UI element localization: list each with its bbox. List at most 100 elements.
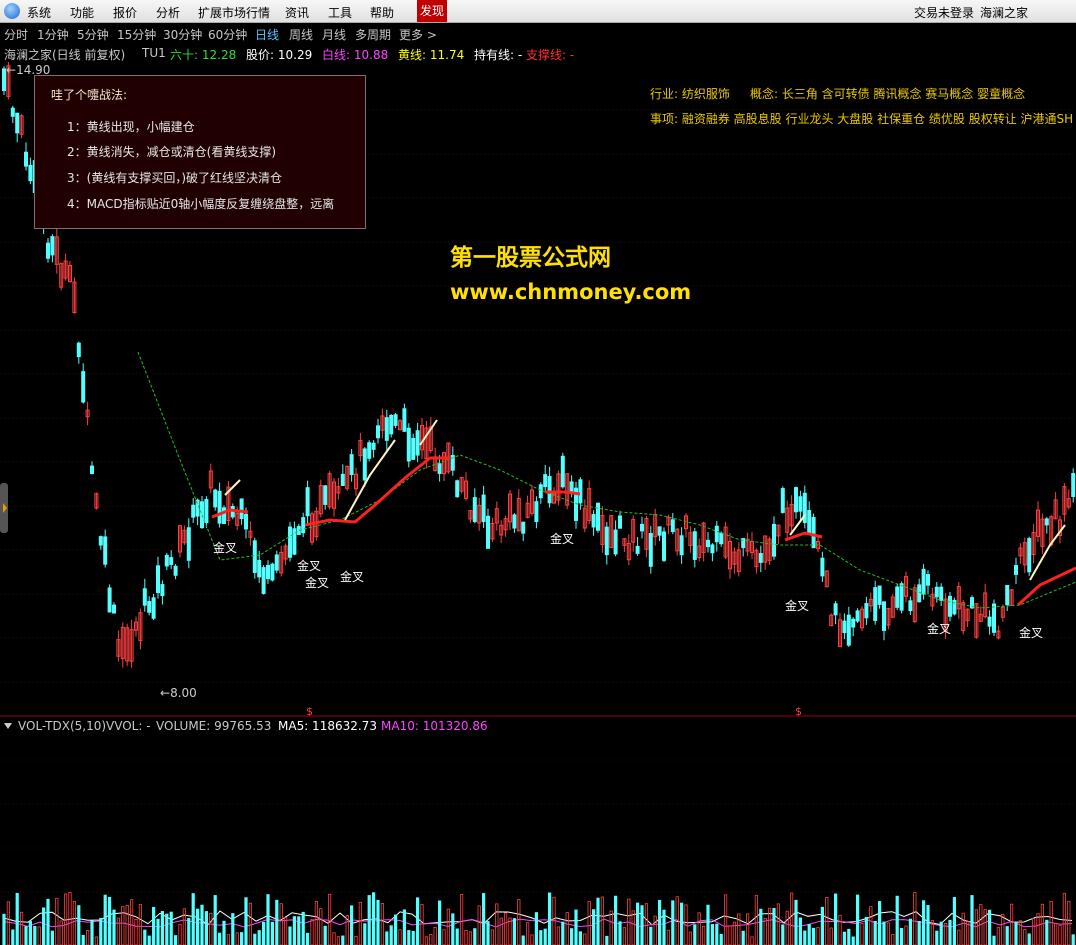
- tooltip-line: 3：(黄线有支撑买回，)破了红线坚决清仓: [67, 171, 282, 185]
- volume-bar: [587, 901, 591, 945]
- volume-bar: [939, 921, 943, 945]
- candlestick-body: [46, 242, 50, 259]
- volume-bar: [741, 930, 745, 945]
- volume-bar: [151, 907, 156, 945]
- volume-indicator-name[interactable]: VOL-TDX(5,10): [18, 719, 106, 733]
- candlestick-body: [833, 603, 838, 616]
- candlestick-body: [98, 536, 103, 546]
- period-tab[interactable]: 月线: [322, 26, 346, 43]
- candlestick-body: [402, 408, 407, 432]
- candlestick-body: [811, 516, 816, 549]
- volume-bar: [1040, 903, 1044, 945]
- candlestick-body: [371, 442, 376, 450]
- volume-bar: [376, 899, 380, 945]
- volume-bar: [86, 930, 90, 945]
- candlestick-body: [151, 597, 156, 619]
- volume-bar: [108, 896, 112, 945]
- period-tab-active[interactable]: 日线: [255, 26, 279, 43]
- volume-bar: [908, 918, 913, 945]
- period-tab[interactable]: 多周期: [355, 26, 391, 43]
- golden-cross-label: 金叉: [213, 541, 238, 555]
- candlestick-body: [1027, 538, 1032, 573]
- period-tab[interactable]: 1分钟: [37, 26, 69, 43]
- candlestick-body: [798, 496, 803, 512]
- volume-bar: [600, 896, 605, 945]
- candlestick-body: [895, 586, 900, 608]
- volume-bar: [886, 922, 891, 945]
- volume-bar: [129, 899, 134, 945]
- candlestick-body: [635, 545, 640, 554]
- golden-cross-label: 金叉: [550, 532, 575, 546]
- candlestick-body: [679, 535, 684, 556]
- volume-bar: [200, 904, 204, 945]
- dividend-marker-icon: $: [795, 705, 802, 718]
- period-tab[interactable]: 5分钟: [77, 26, 109, 43]
- period-tab[interactable]: 15分钟: [117, 26, 156, 43]
- volume-bar: [33, 925, 37, 945]
- volume-bar: [781, 924, 785, 945]
- candlestick-body: [274, 554, 279, 571]
- volume-bar: [231, 913, 235, 945]
- menu-analysis[interactable]: 分析: [156, 4, 180, 21]
- period-bar: 分时 1分钟 5分钟 15分钟 30分钟 60分钟 日线 周线 月线 多周期 更…: [0, 23, 1076, 43]
- volume-bar: [477, 905, 481, 945]
- golden-cross-label: 金叉: [1019, 626, 1044, 640]
- watermark-title: 第一股票公式网: [450, 245, 611, 271]
- volume-bar: [970, 895, 974, 945]
- volume-bar: [565, 912, 569, 945]
- indicator-lines: [3, 351, 1076, 928]
- candlestick-body: [81, 371, 86, 403]
- app-logo-icon[interactable]: [4, 3, 20, 19]
- candlestick-body: [560, 455, 565, 488]
- volume-bar: [812, 927, 816, 945]
- volume-bar: [301, 911, 305, 945]
- indicator-name[interactable]: TU1: [142, 46, 166, 60]
- volume-bar: [367, 895, 371, 945]
- volume-bar: [94, 936, 98, 945]
- candlestick-body: [437, 463, 442, 474]
- menu-system[interactable]: 系统: [27, 4, 51, 21]
- volume-bar: [72, 900, 76, 945]
- volume-bar: [697, 912, 701, 945]
- volume-bar: [900, 927, 904, 945]
- period-tab[interactable]: 30分钟: [163, 26, 202, 43]
- menu-discover[interactable]: 发现: [417, 0, 448, 22]
- candlestick-body: [213, 489, 218, 508]
- volume-bar: [851, 936, 855, 945]
- low-price-label: ←8.00: [160, 686, 197, 700]
- menu-tools[interactable]: 工具: [328, 4, 352, 21]
- volume-bar: [785, 910, 789, 945]
- volume-bar: [776, 903, 781, 945]
- period-tab[interactable]: 周线: [289, 26, 313, 43]
- tooltip-line: 2：黄线消失，减仓或清仓(看黄线支撑): [67, 145, 276, 159]
- volume-bar: [248, 902, 252, 945]
- volume-bar: [323, 925, 327, 945]
- white-line: [419, 419, 438, 446]
- candlestick-body: [926, 574, 930, 586]
- candlestick-body: [578, 479, 583, 504]
- menu-news[interactable]: 资讯: [285, 4, 309, 21]
- period-tab-more[interactable]: 更多 >: [399, 26, 437, 43]
- menu-quote[interactable]: 报价: [113, 4, 137, 21]
- candlestick-body: [670, 519, 675, 533]
- menu-help[interactable]: 帮助: [370, 4, 394, 21]
- login-status[interactable]: 交易未登录: [914, 4, 974, 21]
- menu-extended-market[interactable]: 扩展市场行情: [198, 4, 270, 21]
- volume-bar: [834, 893, 838, 945]
- volume-bar: [297, 916, 301, 945]
- volume-bar: [11, 929, 15, 945]
- menu-function[interactable]: 功能: [70, 4, 94, 21]
- candlestick-body: [820, 557, 825, 577]
- volume-bar: [728, 925, 732, 945]
- volume-bar: [922, 900, 926, 945]
- volume-bar: [112, 909, 116, 945]
- volume-bar: [446, 908, 451, 945]
- volume-bar: [424, 936, 429, 945]
- candlestick-body: [305, 487, 310, 517]
- candlestick-body: [261, 567, 266, 594]
- volume-bar: [490, 929, 495, 945]
- period-tab[interactable]: 60分钟: [208, 26, 247, 43]
- candlestick-body: [807, 510, 812, 534]
- period-tab[interactable]: 分时: [4, 26, 28, 43]
- candlestick-body: [851, 618, 856, 628]
